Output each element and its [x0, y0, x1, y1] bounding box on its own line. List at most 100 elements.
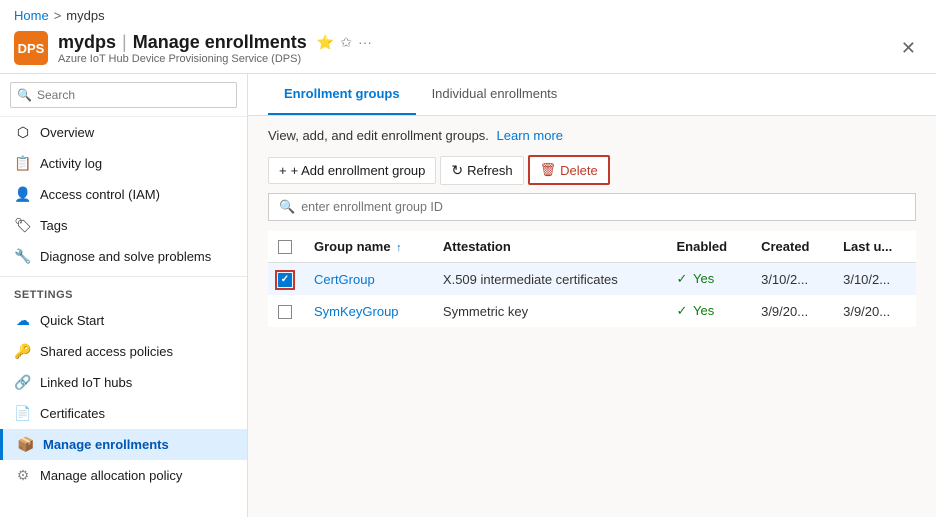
service-icon: DPS [14, 31, 48, 65]
tags-icon: 🏷 [14, 217, 32, 234]
enrollment-table: Group name ↑ Attestation Enabled Created [268, 231, 916, 327]
more-icon[interactable]: ··· [358, 34, 372, 50]
quick-start-icon: ☁ [14, 312, 32, 329]
sidebar-search-input[interactable] [10, 82, 237, 108]
content-inner: View, add, and edit enrollment groups. L… [248, 116, 936, 347]
breadcrumb-home[interactable]: Home [14, 8, 49, 23]
refresh-label: Refresh [467, 163, 513, 178]
breadcrumb-current: mydps [66, 8, 104, 23]
header-row: DPS mydps | Manage enrollments ⭐ ✩ ··· A… [14, 27, 922, 73]
row2-checkbox-cell[interactable] [268, 295, 304, 327]
description: View, add, and edit enrollment groups. L… [268, 128, 916, 143]
add-label: + Add enrollment group [291, 163, 426, 178]
add-enrollment-button[interactable]: + + Add enrollment group [268, 157, 436, 184]
add-icon: + [279, 163, 287, 178]
sidebar-linkediot-label: Linked IoT hubs [40, 375, 132, 390]
col-checkbox [268, 231, 304, 263]
row1-group-name[interactable]: CertGroup [304, 263, 433, 296]
refresh-button[interactable]: ↻ Refresh [440, 156, 523, 185]
row1-enabled: ✓ Yes [667, 263, 752, 296]
row1-checkbox[interactable]: ✓ [278, 273, 292, 287]
shared-access-icon: 🔑 [14, 343, 32, 360]
row2-group-name[interactable]: SymKeyGroup [304, 295, 433, 327]
sidebar-tags-label: Tags [40, 218, 67, 233]
sidebar-search-icon: 🔍 [17, 88, 32, 102]
access-control-icon: 👤 [14, 186, 32, 203]
toolbar: + + Add enrollment group ↻ Refresh 🗑 Del… [268, 151, 916, 193]
col-last-updated: Last u... [833, 231, 916, 263]
delete-icon: 🗑 [540, 162, 557, 178]
sidebar-diagnose-label: Diagnose and solve problems [40, 249, 211, 264]
manage-enrollments-icon: 📦 [17, 436, 35, 453]
sidebar-item-linked-iot[interactable]: 🔗 Linked IoT hubs [0, 367, 247, 398]
sidebar-item-diagnose[interactable]: 🔧 Diagnose and solve problems [0, 241, 247, 272]
sidebar-access-label: Access control (IAM) [40, 187, 160, 202]
row2-attestation: Symmetric key [433, 295, 667, 327]
linked-iot-icon: 🔗 [14, 374, 32, 391]
sidebar-quickstart-label: Quick Start [40, 313, 104, 328]
sidebar-settings-label: Settings [0, 281, 247, 305]
sidebar-item-tags[interactable]: 🏷 Tags [0, 210, 247, 241]
content-area: Enrollment groups Individual enrollments… [248, 74, 936, 517]
certgroup-link[interactable]: CertGroup [314, 272, 375, 287]
sidebar-item-certificates[interactable]: 📄 Certificates [0, 398, 247, 429]
search-bar: 🔍 [268, 193, 916, 221]
header-subtitle: Azure IoT Hub Device Provisioning Servic… [58, 53, 372, 65]
sidebar-managealloc-label: Manage allocation policy [40, 468, 182, 483]
sidebar-activity-label: Activity log [40, 156, 102, 171]
row2-last-updated: 3/9/20... [833, 295, 916, 327]
tab-enrollment-groups[interactable]: Enrollment groups [268, 74, 416, 115]
col-enabled: Enabled [667, 231, 752, 263]
col-group-name[interactable]: Group name ↑ [304, 231, 433, 263]
header-page-title: Manage enrollments [133, 32, 307, 53]
row2-enabled: ✓ Yes [667, 295, 752, 327]
sort-icon: ↑ [396, 242, 402, 254]
sidebar-shared-label: Shared access policies [40, 344, 173, 359]
tabs-bar: Enrollment groups Individual enrollments [248, 74, 936, 116]
sidebar-overview-label: Overview [40, 125, 94, 140]
row1-attestation: X.509 intermediate certificates [433, 263, 667, 296]
symkeygroup-link[interactable]: SymKeyGroup [314, 304, 399, 319]
header-checkbox[interactable] [278, 240, 292, 254]
diagnose-icon: 🔧 [14, 248, 32, 265]
favorite-icon[interactable]: ⭐ [317, 34, 334, 51]
certificates-icon: 📄 [14, 405, 32, 422]
sidebar-manageenroll-label: Manage enrollments [43, 437, 169, 452]
sidebar-item-quick-start[interactable]: ☁ Quick Start [0, 305, 247, 336]
sidebar-item-activity-log[interactable]: 📋 Activity log [0, 148, 247, 179]
sidebar-certificates-label: Certificates [40, 406, 105, 421]
sidebar: 🔍 ⬡ Overview 📋 Activity log 👤 Access con… [0, 74, 248, 517]
table-row[interactable]: ✓ CertGroup X.509 intermediate certifica… [268, 263, 916, 296]
enrollment-search-input[interactable] [301, 200, 905, 214]
row2-checkbox[interactable] [278, 305, 292, 319]
group-name-label: Group name [314, 239, 391, 254]
row1-checkbox-cell[interactable]: ✓ [268, 263, 304, 296]
search-icon: 🔍 [279, 199, 295, 215]
sidebar-item-manage-allocation[interactable]: ⚙ Manage allocation policy [0, 460, 247, 491]
sidebar-item-manage-enrollments[interactable]: 📦 Manage enrollments [0, 429, 247, 460]
close-button[interactable]: ✕ [895, 36, 922, 61]
sidebar-search-wrap: 🔍 [0, 74, 247, 117]
row1-created: 3/10/2... [751, 263, 833, 296]
sidebar-item-overview[interactable]: ⬡ Overview [0, 117, 247, 148]
activity-log-icon: 📋 [14, 155, 32, 172]
sidebar-item-access-control[interactable]: 👤 Access control (IAM) [0, 179, 247, 210]
breadcrumb: Home > mydps [14, 4, 922, 27]
table-row[interactable]: SymKeyGroup Symmetric key ✓ Yes 3/9/20..… [268, 295, 916, 327]
row2-created: 3/9/20... [751, 295, 833, 327]
manage-allocation-icon: ⚙ [14, 467, 32, 484]
header-pipe: | [122, 32, 127, 53]
sidebar-item-shared-access[interactable]: 🔑 Shared access policies [0, 336, 247, 367]
header-resource-name: mydps [58, 32, 116, 53]
learn-more-link[interactable]: Learn more [497, 128, 563, 143]
col-created: Created [751, 231, 833, 263]
tab-individual-enrollments[interactable]: Individual enrollments [416, 74, 574, 115]
delete-button[interactable]: 🗑 Delete [528, 155, 610, 185]
col-attestation: Attestation [433, 231, 667, 263]
row1-last-updated: 3/10/2... [833, 263, 916, 296]
description-text: View, add, and edit enrollment groups. [268, 128, 489, 143]
delete-label: Delete [560, 163, 598, 178]
overview-icon: ⬡ [14, 124, 32, 141]
bookmark-icon[interactable]: ✩ [340, 34, 352, 51]
title-bar: Home > mydps DPS mydps | Manage enrollme… [0, 0, 936, 74]
